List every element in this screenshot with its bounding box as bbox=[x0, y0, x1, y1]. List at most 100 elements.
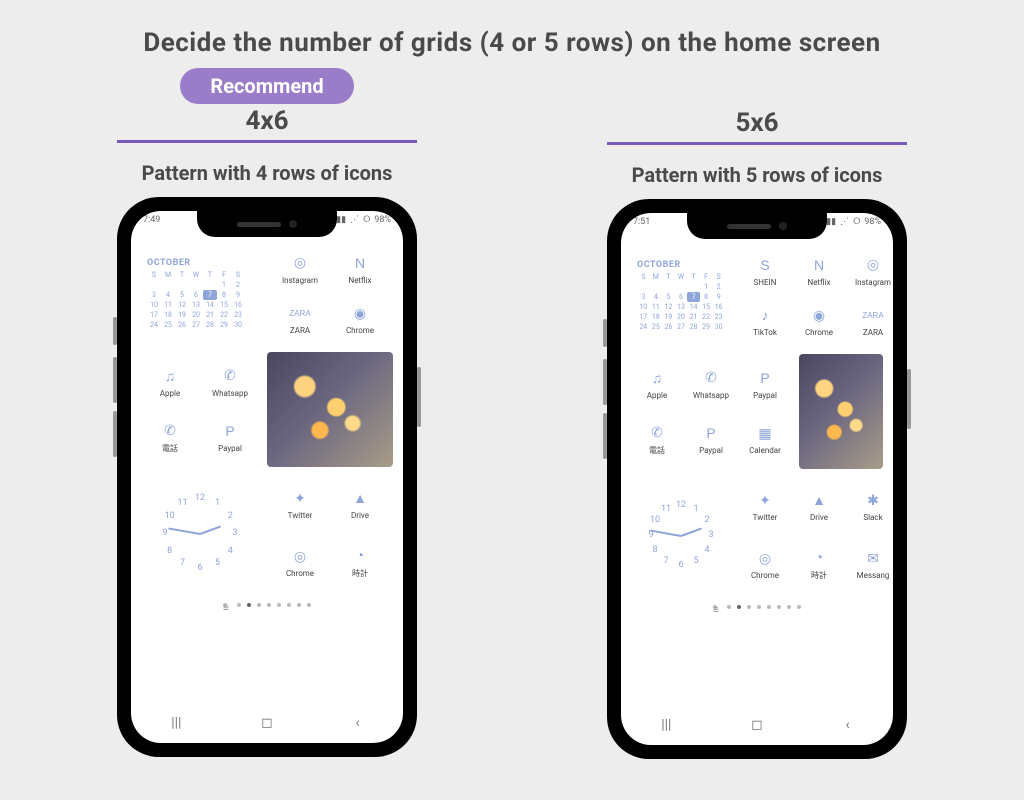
pager-dot[interactable] bbox=[237, 603, 241, 607]
app-chrome[interactable]: ◉Chrome bbox=[797, 304, 841, 337]
pager-dot[interactable] bbox=[767, 605, 771, 609]
app-paypal[interactable]: PPaypal bbox=[743, 367, 787, 400]
netflix-icon: N bbox=[808, 254, 830, 276]
pager-dot[interactable] bbox=[797, 605, 801, 609]
pager-dot[interactable] bbox=[777, 605, 781, 609]
app-label: Paypal bbox=[699, 446, 723, 455]
app-paypal2[interactable]: P Paypal bbox=[689, 422, 733, 455]
app-slack[interactable]: ✱Slack bbox=[851, 489, 893, 522]
app-twitter[interactable]: ✦Twitter bbox=[743, 489, 787, 522]
photo-widget[interactable] bbox=[267, 352, 393, 467]
app-drive[interactable]: ▲ Drive bbox=[797, 489, 841, 522]
page-title: Decide the number of grids (4 or 5 rows)… bbox=[0, 0, 1024, 58]
calendar-widget[interactable]: OCTOBER SMTWTFS1234567891011121314151617… bbox=[631, 243, 731, 348]
app-instagram[interactable]: ◎Instagram bbox=[275, 252, 325, 285]
app-chrome[interactable]: ◉Chrome bbox=[335, 302, 385, 335]
home-grid[interactable]: OCTOBER SMTWTFS1234567891011121314151617… bbox=[631, 243, 883, 707]
pager-menu-icon[interactable]: ≡ bbox=[223, 603, 227, 607]
home-grid[interactable]: OCTOBER SMTWTFS1234567891011121314151617… bbox=[141, 241, 393, 705]
app-twitter[interactable]: ✦Twitter bbox=[275, 487, 325, 520]
status-time: 7:51 bbox=[633, 217, 650, 227]
app-shein[interactable]: SSHEIN bbox=[743, 254, 787, 287]
app-netflix[interactable]: N Netflix bbox=[797, 254, 841, 287]
page-indicator[interactable]: ≡ bbox=[631, 601, 883, 613]
app-paypal[interactable]: PPaypal bbox=[205, 420, 255, 453]
pager-dot[interactable] bbox=[277, 603, 281, 607]
app-messenger[interactable]: ✉Messang bbox=[851, 547, 893, 580]
app-label: Apple bbox=[647, 391, 667, 400]
recents-button[interactable]: ||| bbox=[636, 717, 696, 733]
app-calendar[interactable]: ▦Calendar bbox=[743, 422, 787, 455]
chrome-icon: ◉ bbox=[808, 304, 830, 326]
app-instagram[interactable]: ◎ Instagram bbox=[851, 254, 893, 287]
pager-dot[interactable] bbox=[727, 605, 731, 609]
grid-label-4x6: 4x6 bbox=[117, 106, 417, 143]
pager-dot[interactable] bbox=[247, 603, 251, 607]
back-button[interactable]: ‹ bbox=[328, 715, 388, 731]
nav-bar: ||| ◻ ‹ bbox=[131, 711, 403, 735]
pager-dot[interactable] bbox=[267, 603, 271, 607]
signal-icon: ▮▮ bbox=[336, 215, 346, 225]
apple-icon: ♫ bbox=[646, 367, 668, 389]
app-zara[interactable]: ZARAZARA bbox=[275, 302, 325, 335]
whatsapp-icon: ✆ bbox=[219, 365, 241, 387]
page-indicator[interactable]: ≡ bbox=[141, 599, 393, 611]
subtext-5x6: Pattern with 5 rows of icons bbox=[632, 163, 883, 187]
pager-dot[interactable] bbox=[737, 605, 741, 609]
app-phone[interactable]: ✆電話 bbox=[635, 421, 679, 456]
app-drive[interactable]: ▲Drive bbox=[335, 487, 385, 520]
app-label: Whatsapp bbox=[212, 389, 248, 398]
netflix-icon: N bbox=[349, 252, 371, 274]
phone-icon: ✆ bbox=[159, 419, 181, 441]
clock-icon: ◔ bbox=[349, 544, 371, 566]
pager-dot[interactable] bbox=[287, 603, 291, 607]
app-label: Chrome bbox=[751, 571, 779, 580]
app-label: Messang bbox=[857, 571, 890, 580]
phone-screen: 7:51 ▮▮⋰⭘98% OCTOBER SMTWTFS123456789101… bbox=[621, 213, 893, 745]
app-grid: ♫Apple ✆ Whatsapp ✆電話 PPaypal bbox=[141, 352, 259, 467]
app-chrome2[interactable]: ◎ Chrome bbox=[743, 547, 787, 580]
app-chrome2[interactable]: ◎Chrome bbox=[275, 545, 325, 578]
app-tiktok[interactable]: ♪TikTok bbox=[743, 304, 787, 337]
app-phone[interactable]: ✆電話 bbox=[145, 419, 195, 454]
app-whatsapp[interactable]: ✆ Whatsapp bbox=[205, 365, 255, 398]
home-button[interactable]: ◻ bbox=[727, 717, 787, 733]
pager-dot[interactable] bbox=[747, 605, 751, 609]
app-label: Drive bbox=[810, 513, 828, 522]
tiktok-icon: ♪ bbox=[754, 304, 776, 326]
apple-icon: ♫ bbox=[159, 365, 181, 387]
app-clock[interactable]: ◔時計 bbox=[797, 546, 841, 581]
recents-button[interactable]: ||| bbox=[146, 715, 206, 731]
drive-icon: ▲ bbox=[808, 489, 830, 511]
app-apple[interactable]: ♫Apple bbox=[145, 365, 195, 398]
pager-menu-icon[interactable]: ≡ bbox=[713, 605, 717, 609]
app-apple[interactable]: ♫ Apple bbox=[635, 367, 679, 400]
paypal2-icon: P bbox=[700, 422, 722, 444]
app-label: Netflix bbox=[807, 278, 830, 287]
pager-dot[interactable] bbox=[307, 603, 311, 607]
pager-dot[interactable] bbox=[787, 605, 791, 609]
subtext-4x6: Pattern with 4 rows of icons bbox=[142, 161, 393, 185]
clock-widget[interactable]: 121234567891011 bbox=[141, 473, 259, 593]
nav-bar: ||| ◻ ‹ bbox=[621, 713, 893, 737]
app-label: Instagram bbox=[855, 278, 891, 287]
chrome2-icon: ◎ bbox=[289, 545, 311, 567]
pager-dot[interactable] bbox=[297, 603, 301, 607]
pager-dot[interactable] bbox=[257, 603, 261, 607]
home-button[interactable]: ◻ bbox=[237, 715, 297, 731]
back-button[interactable]: ‹ bbox=[818, 717, 878, 733]
calendar-widget[interactable]: OCTOBER SMTWTFS1234567891011121314151617… bbox=[141, 241, 259, 346]
app-whatsapp[interactable]: ✆Whatsapp bbox=[689, 367, 733, 400]
instagram-icon: ◎ bbox=[862, 254, 884, 276]
side-button bbox=[907, 369, 911, 429]
chrome2-icon: ◎ bbox=[754, 547, 776, 569]
pager-dot[interactable] bbox=[757, 605, 761, 609]
app-clock[interactable]: ◔時計 bbox=[335, 544, 385, 579]
photo-widget[interactable] bbox=[799, 354, 883, 469]
app-label: Twitter bbox=[288, 511, 313, 520]
app-label: Chrome bbox=[346, 326, 374, 335]
app-netflix[interactable]: NNetflix bbox=[335, 252, 385, 285]
app-zara[interactable]: ZARAZARA bbox=[851, 304, 893, 337]
battery-text: 98% bbox=[864, 217, 881, 227]
clock-widget[interactable]: 121234567891011 bbox=[631, 475, 731, 595]
